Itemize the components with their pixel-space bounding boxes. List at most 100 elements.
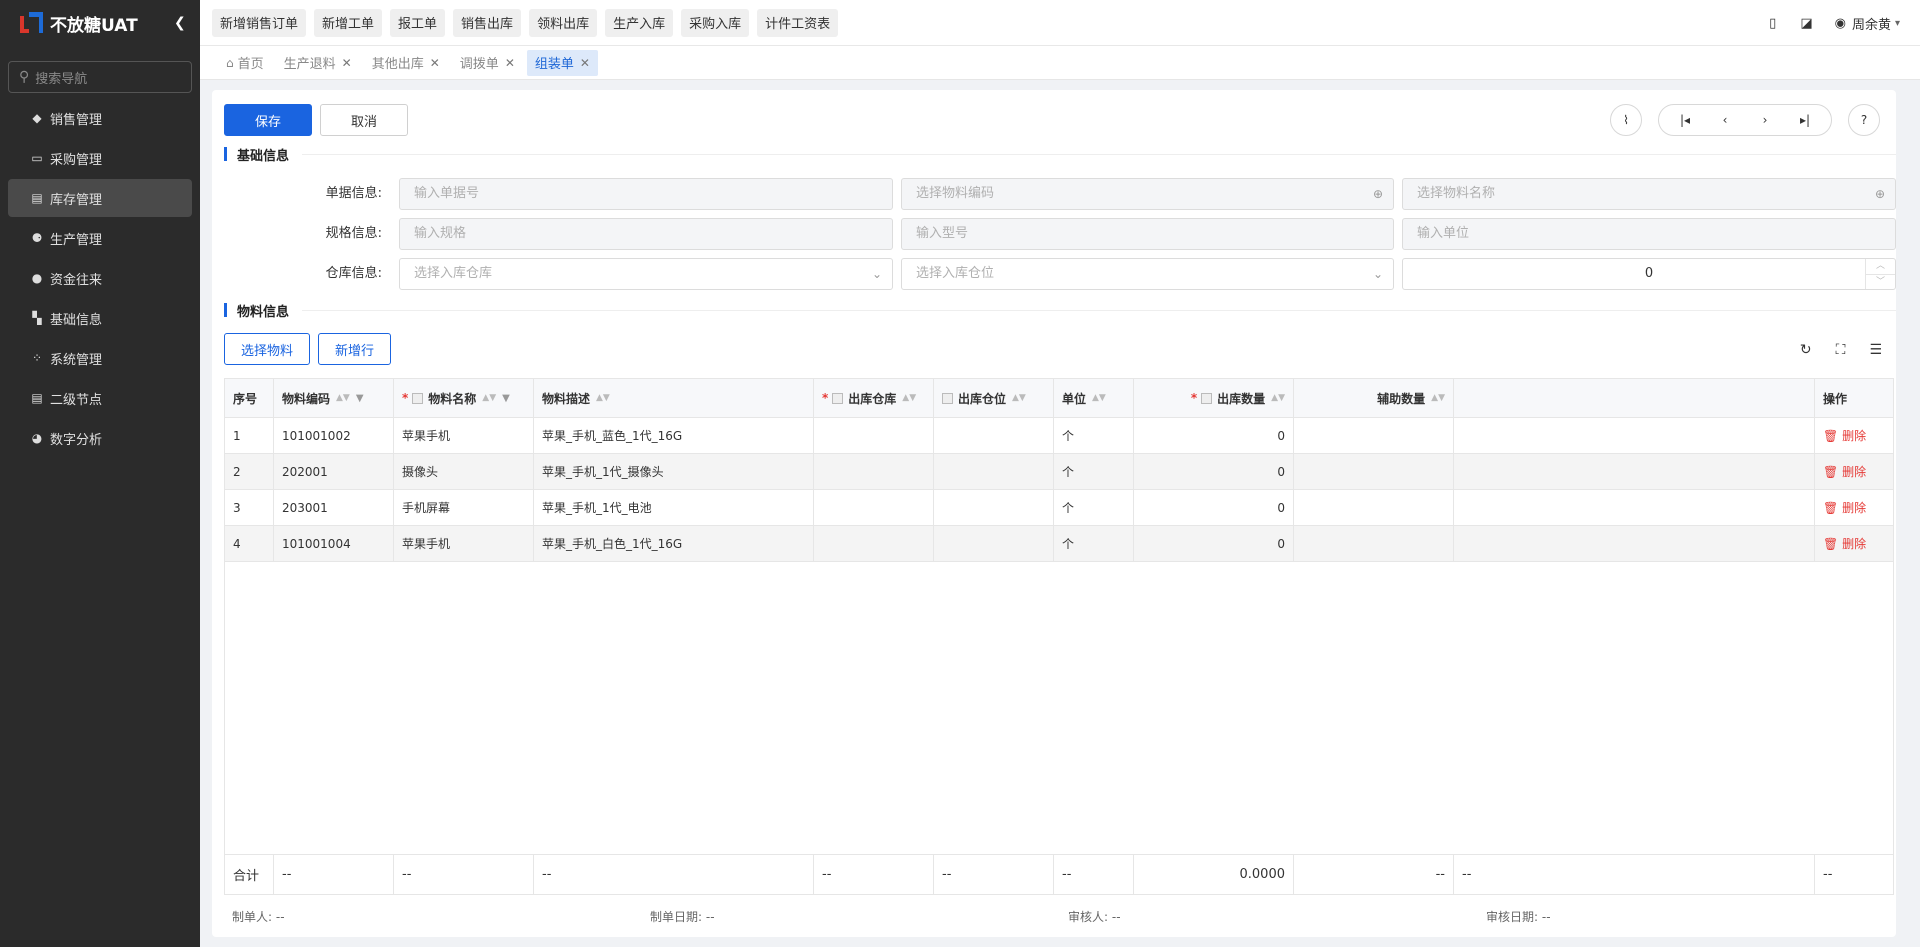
brand-logo-icon: [20, 12, 44, 34]
delete-row-button[interactable]: 🗑︎ 删除: [1815, 418, 1893, 453]
last-record-icon[interactable]: ▸|: [1785, 113, 1825, 127]
chevron-down-icon: ⌄: [871, 267, 882, 281]
quick-link-new-sales-order[interactable]: 新增销售订单: [212, 8, 307, 37]
tab-other-outbound[interactable]: 其他出库 ✕: [364, 50, 448, 76]
header-actions: ▯ ◪ ◉ 周余黄 ▾: [1745, 0, 1900, 46]
stepper-buttons[interactable]: ︿ ﹀: [1865, 259, 1895, 289]
sort-icon: ▲▼: [482, 393, 497, 403]
main-content: 保存 取消 ⌇ |◂ ‹ › ▸| ? 基础信息 单据信息: 输入单据号 选择物…: [212, 90, 1896, 937]
sidebar-item-finance[interactable]: ● 资金往来: [8, 259, 192, 297]
inbound-warehouse-select[interactable]: 选择入库仓库 ⌄: [399, 258, 893, 290]
sidebar-item-analytics[interactable]: ◕ 数字分析: [8, 419, 192, 457]
delete-row-button[interactable]: 🗑︎ 删除: [1815, 454, 1893, 489]
col-outbound-warehouse[interactable]: * 出库仓库 ▲▼: [814, 379, 934, 417]
app-logo: 不放糖UAT ❮: [0, 0, 200, 46]
quick-link-material-outbound[interactable]: 领料出库: [529, 8, 598, 37]
form-actions: 保存 取消: [224, 104, 416, 136]
sidebar-item-purchase[interactable]: ▭ 采购管理: [8, 139, 192, 177]
spec-info-row: 规格信息: 输入规格 输入型号 输入单位: [212, 218, 1896, 250]
nav-search-input[interactable]: ⚲ 搜索导航: [8, 61, 192, 93]
dashboard-icon[interactable]: ◪: [1800, 16, 1812, 31]
tab-assembly[interactable]: 组装单 ✕: [526, 49, 598, 76]
sidebar-item-sales[interactable]: ◆ 销售管理: [8, 99, 192, 137]
sort-icon: ▲▼: [336, 393, 350, 403]
table-actions: 选择物料 新增行: [224, 333, 399, 365]
next-record-icon[interactable]: ›: [1745, 113, 1785, 127]
prev-record-icon[interactable]: ‹: [1705, 113, 1745, 127]
close-icon[interactable]: ✕: [505, 56, 515, 70]
doc-number-input[interactable]: 输入单据号: [399, 178, 893, 210]
quick-link-new-work-order[interactable]: 新增工单: [314, 8, 383, 37]
table-row[interactable]: 3 203001 手机屏幕 苹果_手机_1代_电池 个 0 🗑︎ 删除: [225, 490, 1893, 526]
quick-link-piecework-wages[interactable]: 计件工资表: [757, 8, 839, 37]
doc-info-row: 单据信息: 输入单据号 选择物料编码 ⊕ 选择物料名称 ⊕: [212, 178, 1896, 210]
sidebar-item-inventory[interactable]: ▤ 库存管理: [8, 179, 192, 217]
delete-row-button[interactable]: 🗑︎ 删除: [1815, 490, 1893, 525]
close-icon[interactable]: ✕: [580, 56, 590, 70]
search-icon: ⚲: [19, 69, 30, 85]
grid-icon: ▚: [32, 311, 42, 325]
user-menu[interactable]: ◉ 周余黄 ▾: [1835, 14, 1900, 33]
quick-link-production-inbound[interactable]: 生产入库: [605, 8, 674, 37]
doc-info-label: 单据信息:: [325, 186, 382, 201]
material-code-select[interactable]: 选择物料编码 ⊕: [901, 178, 1394, 210]
tab-transfer[interactable]: 调拨单 ✕: [452, 50, 523, 76]
sidebar-item-system[interactable]: ⁘ 系统管理: [8, 339, 192, 377]
col-aux-qty[interactable]: 辅助数量 ▲▼: [1294, 379, 1454, 417]
apps-icon: ⁘: [31, 351, 43, 365]
sidebar-item-basic-info[interactable]: ▚ 基础信息: [8, 299, 192, 337]
column-settings-icon[interactable]: ☰: [1869, 342, 1882, 358]
fullscreen-icon[interactable]: ⛶: [1836, 342, 1846, 358]
col-material-code[interactable]: 物料编码 ▲▼ ▼: [274, 379, 394, 417]
inbound-location-select[interactable]: 选择入库仓位 ⌄: [901, 258, 1394, 290]
first-record-icon[interactable]: |◂: [1665, 113, 1705, 127]
col-spacer: [1454, 379, 1815, 417]
decrement-icon[interactable]: ﹀: [1866, 274, 1895, 289]
filter-icon: ▼: [502, 392, 510, 404]
col-material-name[interactable]: * 物料名称 ▲▼ ▼: [394, 379, 534, 417]
mobile-icon[interactable]: ▯: [1769, 16, 1776, 31]
help-icon[interactable]: ?: [1848, 104, 1880, 136]
tab-home[interactable]: ⌂ 首页: [218, 50, 272, 76]
collapse-sidebar-icon[interactable]: ❮: [174, 15, 194, 31]
trash-icon: 🗑︎: [1823, 536, 1843, 551]
sort-icon: ▲▼: [902, 393, 917, 403]
cancel-button[interactable]: 取消: [320, 104, 408, 136]
edit-icon: [942, 392, 953, 404]
add-row-button[interactable]: 新增行: [318, 333, 392, 365]
refresh-icon[interactable]: ↻: [1800, 342, 1812, 358]
save-button[interactable]: 保存: [224, 104, 312, 136]
model-input[interactable]: 输入型号: [901, 218, 1394, 250]
record-pager: |◂ ‹ › ▸|: [1658, 104, 1832, 136]
col-actions: 操作: [1823, 391, 1848, 406]
quick-link-sales-outbound[interactable]: 销售出库: [453, 8, 522, 37]
unit-input[interactable]: 输入单位: [1402, 218, 1896, 250]
col-outbound-qty[interactable]: * 出库数量 ▲▼: [1134, 379, 1294, 417]
col-outbound-location[interactable]: 出库仓位 ▲▼: [934, 379, 1054, 417]
trash-icon: 🗑︎: [1823, 464, 1843, 479]
increment-icon[interactable]: ︿: [1866, 259, 1895, 274]
table-row[interactable]: 4 101001004 苹果手机 苹果_手机_白色_1代_16G 个 0 🗑︎ …: [225, 526, 1893, 562]
delete-row-button[interactable]: 🗑︎ 删除: [1815, 526, 1893, 561]
sidebar-item-secondary-node[interactable]: ▤ 二级节点: [8, 379, 192, 417]
quantity-stepper[interactable]: 0 ︿ ﹀: [1402, 258, 1896, 290]
close-icon[interactable]: ✕: [342, 56, 352, 70]
filter-icon: ▼: [355, 392, 364, 404]
select-material-button[interactable]: 选择物料: [224, 333, 311, 365]
col-unit[interactable]: 单位 ▲▼: [1054, 379, 1134, 417]
attachment-icon[interactable]: ⌇: [1610, 104, 1642, 136]
material-name-select[interactable]: 选择物料名称 ⊕: [1402, 178, 1896, 210]
table-row[interactable]: 1 101001002 苹果手机 苹果_手机_蓝色_1代_16G 个 0 🗑︎ …: [225, 418, 1893, 454]
warehouse-icon: ▤: [31, 191, 43, 205]
section-basic-info: 基础信息: [224, 144, 289, 164]
quick-link-purchase-inbound[interactable]: 采购入库: [681, 8, 750, 37]
quick-link-work-report[interactable]: 报工单: [390, 8, 446, 37]
list-icon: ▤: [31, 391, 43, 405]
edit-icon: [412, 392, 424, 404]
spec-input[interactable]: 输入规格: [399, 218, 893, 250]
close-icon[interactable]: ✕: [430, 56, 440, 70]
col-material-desc[interactable]: 物料描述 ▲▼: [534, 379, 814, 417]
tab-production-return[interactable]: 生产退料 ✕: [276, 50, 360, 76]
table-row[interactable]: 2 202001 摄像头 苹果_手机_1代_摄像头 个 0 🗑︎ 删除: [225, 454, 1893, 490]
sidebar-item-production[interactable]: ⚈ 生产管理: [8, 219, 192, 257]
